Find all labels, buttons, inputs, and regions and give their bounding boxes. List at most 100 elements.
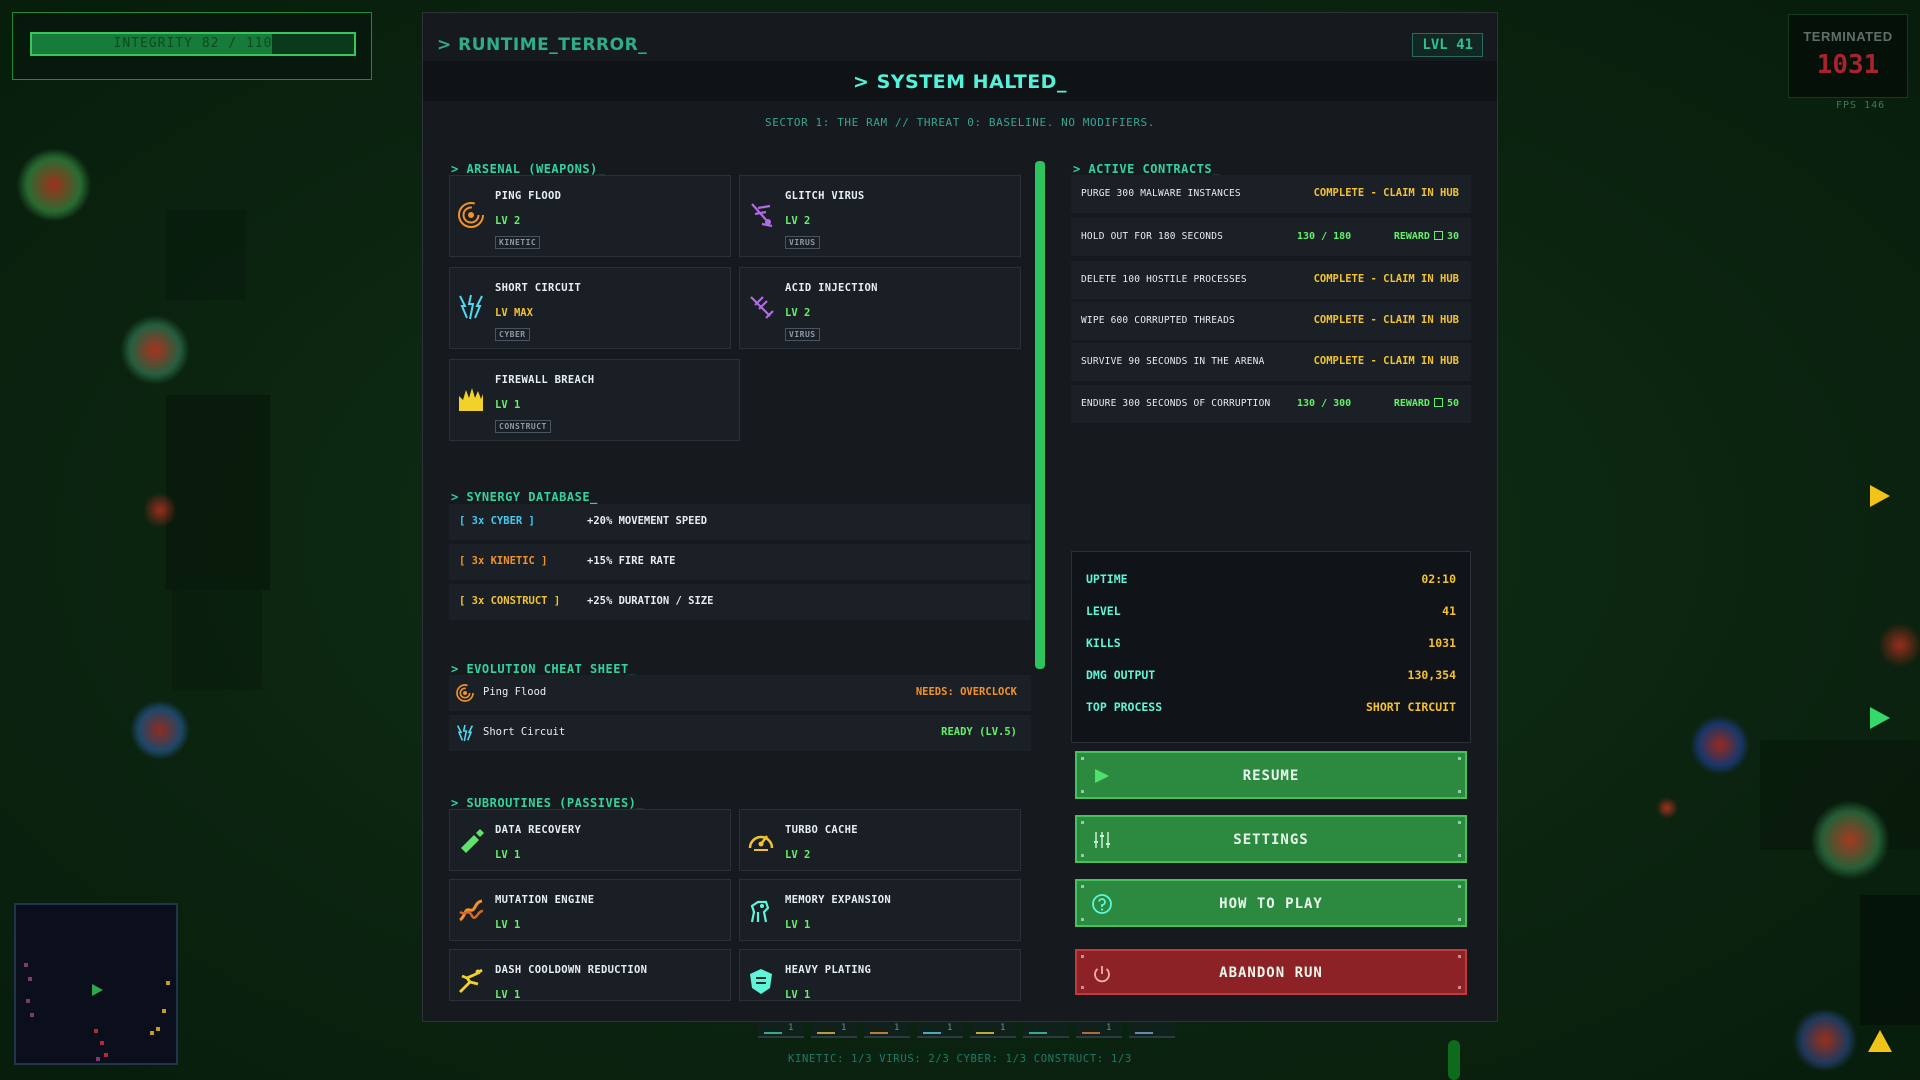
- weapon-name: ACID INJECTION: [785, 282, 878, 294]
- passive-card-heavy-plating[interactable]: HEAVY PLATING LV 1: [739, 949, 1021, 1001]
- settings-button[interactable]: SETTINGS: [1075, 815, 1467, 863]
- contract-name: PURGE 300 MALWARE INSTANCES: [1081, 188, 1241, 199]
- hotbar-slot-icon: [923, 1024, 941, 1034]
- rivet: [1458, 885, 1461, 888]
- memory-expansion-icon: [750, 900, 770, 923]
- hotbar-slot-icon: [1029, 1024, 1047, 1034]
- stat-label: UPTIME: [1086, 572, 1128, 586]
- weapon-level: LV 2: [785, 215, 811, 227]
- passive-name: DASH COOLDOWN REDUCTION: [495, 964, 648, 976]
- hotbar-slot-level: 1: [894, 1023, 900, 1033]
- weapon-card-glitch-virus[interactable]: GLITCH VIRUS LV 2 VIRUS: [739, 175, 1021, 257]
- minimap: [14, 903, 178, 1065]
- hotbar-slot-icon: [764, 1024, 782, 1034]
- hotbar-slot-icon: [817, 1024, 835, 1034]
- synergy-row: [ 3x CONSTRUCT ] +25% DURATION / SIZE: [449, 584, 1031, 620]
- passive-name: DATA RECOVERY: [495, 824, 582, 836]
- obstacle: [172, 590, 262, 690]
- minimap-enemy-dot: [100, 1041, 104, 1045]
- contract-reward-value: 50: [1446, 398, 1459, 409]
- minimap-item-dot: [150, 1031, 154, 1035]
- stat-label: KILLS: [1086, 636, 1121, 650]
- contract-status: COMPLETE - CLAIM IN HUB: [1313, 187, 1459, 199]
- resume-button[interactable]: RESUME: [1075, 751, 1467, 799]
- synergy-row: [ 3x CYBER ] +20% MOVEMENT SPEED: [449, 504, 1031, 540]
- rivet: [1458, 918, 1461, 921]
- sector-info: SECTOR 1: THE RAM // THREAT 0: BASELINE.…: [764, 116, 1156, 129]
- glitch-virus-icon: [751, 203, 773, 228]
- synergy-bonus: +25% DURATION / SIZE: [587, 595, 714, 607]
- hotbar-slot-level: 1: [1106, 1023, 1112, 1033]
- rivet: [1081, 955, 1084, 958]
- hotbar-slot-level: 1: [1000, 1023, 1006, 1033]
- hotbar-slot-icon: [870, 1024, 888, 1034]
- integrity-panel: INTEGRITY 82 / 110: [12, 12, 372, 80]
- weapon-tag: VIRUS: [785, 236, 820, 249]
- rivet: [1458, 821, 1461, 824]
- contract-reward-value: 30: [1446, 231, 1459, 242]
- rivet: [1081, 885, 1084, 888]
- hotbar-slot: 1: [970, 1022, 1016, 1038]
- left-column-scrollbar[interactable]: [1035, 161, 1045, 669]
- passive-level: LV 1: [785, 989, 811, 1001]
- weapon-level: LV 2: [495, 215, 521, 227]
- contract-row: PURGE 300 MALWARE INSTANCES COMPLETE - C…: [1071, 175, 1471, 213]
- obstacle: [166, 395, 270, 590]
- kill-counter-value: 1031: [1816, 50, 1880, 80]
- stat-row-top-process: TOP PROCESS SHORT CIRCUIT: [1086, 700, 1456, 720]
- weapon-name: PING FLOOD: [495, 190, 562, 202]
- hotbar-slot: [1023, 1022, 1069, 1038]
- evolution-row: Short Circuit READY (LV.5): [449, 715, 1031, 751]
- rivet: [1458, 790, 1461, 793]
- weapon-tag: KINETIC: [495, 236, 541, 249]
- enemy-swarm: [1880, 620, 1920, 670]
- obstacle: [166, 210, 246, 300]
- stat-value: 130,354: [1407, 668, 1456, 682]
- dash-cooldown-icon: [459, 968, 483, 993]
- weapon-level: LV 2: [785, 307, 811, 319]
- passive-card-memory-expansion[interactable]: MEMORY EXPANSION LV 1: [739, 879, 1021, 941]
- passive-card-dash-cooldown[interactable]: DASH COOLDOWN REDUCTION LV 1: [449, 949, 731, 1001]
- hotbar-slot: 1: [758, 1022, 804, 1038]
- firewall-breach-icon: [459, 388, 483, 411]
- contract-row: WIPE 600 CORRUPTED THREADS COMPLETE - CL…: [1071, 302, 1471, 340]
- stat-label: LEVEL: [1086, 604, 1121, 618]
- hotbar-slot: 1: [917, 1022, 963, 1038]
- passive-card-data-recovery[interactable]: DATA RECOVERY LV 1: [449, 809, 731, 871]
- hotbar-slot-level: 1: [788, 1023, 794, 1033]
- passive-card-mutation-engine[interactable]: MUTATION ENGINE LV 1: [449, 879, 731, 941]
- stat-row-uptime: UPTIME 02:10: [1086, 572, 1456, 592]
- offscreen-objective-arrow: [1870, 485, 1890, 507]
- contract-reward-label: REWARD: [1393, 398, 1430, 409]
- scrollbar-thumb[interactable]: [1035, 161, 1045, 669]
- minimap-item-dot: [162, 1009, 166, 1013]
- weapon-card-acid-injection[interactable]: ACID INJECTION LV 2 VIRUS: [739, 267, 1021, 349]
- rivet: [1081, 821, 1084, 824]
- weapon-card-short-circuit[interactable]: SHORT CIRCUIT LV MAX CYBER: [449, 267, 731, 349]
- contract-name: ENDURE 300 SECONDS OF CORRUPTION: [1081, 398, 1271, 409]
- weapon-card-ping-flood[interactable]: PING FLOOD LV 2 KINETIC: [449, 175, 731, 257]
- passive-name: MEMORY EXPANSION: [785, 894, 891, 906]
- abandon-run-button[interactable]: ABANDON RUN: [1075, 949, 1467, 995]
- arsenal-heading: > ARSENAL (WEAPONS)_: [451, 162, 606, 176]
- weapon-name: SHORT CIRCUIT: [495, 282, 582, 294]
- integrity-bar: INTEGRITY 82 / 110: [30, 32, 356, 56]
- weapon-card-firewall-breach[interactable]: FIREWALL BREACH LV 1 CONSTRUCT: [449, 359, 740, 441]
- short-circuit-icon: [459, 294, 483, 320]
- enemy-swarm: [14, 150, 94, 220]
- weapon-name: FIREWALL BREACH: [495, 374, 595, 386]
- settings-button-label: SETTINGS: [1233, 832, 1309, 848]
- passive-name: TURBO CACHE: [785, 824, 858, 836]
- passive-card-turbo-cache[interactable]: TURBO CACHE LV 2: [739, 809, 1021, 871]
- contract-reward: REWARD 50: [1394, 398, 1459, 409]
- kill-counter: TERMINATED 1031: [1788, 14, 1908, 98]
- synergy-bonus: +20% MOVEMENT SPEED: [587, 515, 708, 527]
- rivet: [1458, 955, 1461, 958]
- how-to-play-button[interactable]: HOW TO PLAY: [1075, 879, 1467, 927]
- passive-level: LV 1: [495, 989, 521, 1001]
- ping-flood-icon: [456, 684, 474, 702]
- evolution-row: Ping Flood NEEDS: OVERCLOCK: [449, 675, 1031, 711]
- abandon-run-button-label: ABANDON RUN: [1219, 965, 1323, 981]
- stat-value: SHORT CIRCUIT: [1365, 700, 1456, 714]
- pause-panel: > RUNTIME_TERROR_ LVL 41 > SYSTEM HALTED…: [422, 12, 1498, 1022]
